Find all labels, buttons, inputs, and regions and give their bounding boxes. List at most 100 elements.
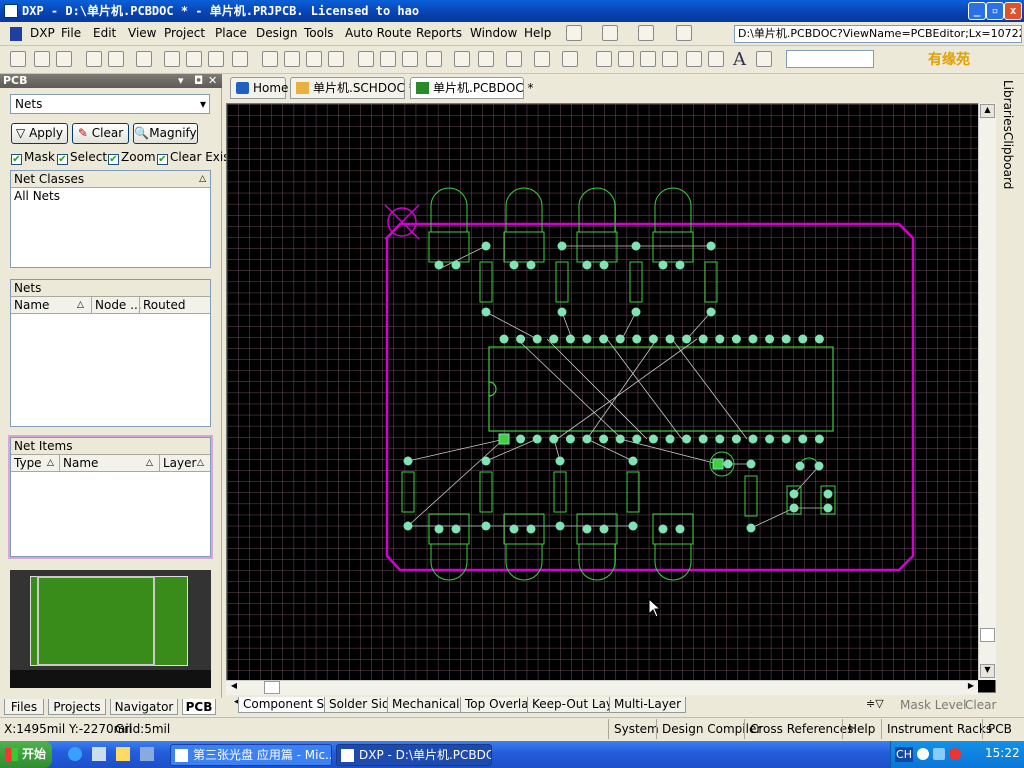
preview-view-frame[interactable] [37, 576, 155, 666]
mask-level-button[interactable]: Mask Level [900, 698, 966, 712]
menu-place[interactable]: Place [215, 26, 247, 40]
tab-navigator[interactable]: Navigator [110, 699, 178, 715]
quicklaunch-icon[interactable] [116, 747, 130, 761]
rubber-stamp-icon[interactable] [328, 51, 344, 67]
place-fill-icon[interactable] [686, 51, 702, 67]
zoom-filter-icon[interactable] [232, 51, 248, 67]
menu-tools[interactable]: Tools [304, 26, 334, 40]
tab-files[interactable]: Files [4, 699, 44, 715]
task-word[interactable]: 第三张光盘 应用篇 - Mic... [170, 744, 332, 766]
col-layer[interactable]: Layer [159, 455, 196, 471]
col-node[interactable]: Node ... [91, 297, 142, 313]
board-preview[interactable] [10, 570, 211, 688]
pcb-drawing[interactable] [227, 104, 979, 680]
pcb-button[interactable]: PCB [982, 719, 1012, 739]
panel-menu-icon[interactable]: ▾ [178, 74, 184, 88]
tab-projects[interactable]: Projects [48, 699, 106, 715]
cross-probe-icon[interactable] [426, 51, 442, 67]
find-tool-icon[interactable] [638, 25, 654, 41]
tab-pcbdoc[interactable]: 单片机.PCBDOC * [410, 77, 534, 99]
horizontal-scrollbar[interactable]: ◀ ▶ [226, 680, 978, 695]
undo-icon[interactable] [454, 51, 470, 67]
pcb-canvas[interactable] [226, 103, 996, 693]
browse-icon[interactable] [534, 51, 550, 67]
scroll-left-icon[interactable]: ◀ [227, 681, 241, 694]
clear-button[interactable]: ✎ Clear [72, 123, 129, 144]
select-checkbox[interactable]: ✔ Select [57, 151, 107, 165]
menu-file[interactable]: File [61, 26, 81, 40]
menu-edit[interactable]: Edit [93, 26, 116, 40]
col-routed[interactable]: Routed [139, 297, 185, 313]
new-icon[interactable] [10, 51, 26, 67]
place-pad-icon[interactable] [618, 51, 634, 67]
quicklaunch-icon[interactable] [92, 747, 106, 761]
menu-window[interactable]: Window [470, 26, 517, 40]
minimize-button[interactable]: _ [968, 2, 986, 20]
layer-icon[interactable] [136, 51, 152, 67]
print-preview-icon[interactable] [108, 51, 124, 67]
zoom-checkbox[interactable]: ✔ Zoom [108, 151, 156, 165]
tab-clipboard[interactable]: Clipboard [1001, 132, 1015, 189]
save-icon[interactable] [56, 51, 72, 67]
print-icon[interactable] [86, 51, 102, 67]
tab-libraries[interactable]: Libraries [1001, 80, 1015, 132]
copy-icon[interactable] [284, 51, 300, 67]
horizontal-scroll-thumb[interactable] [264, 681, 280, 694]
cut-icon[interactable] [262, 51, 278, 67]
redo-icon[interactable] [478, 51, 494, 67]
menu-help[interactable]: Help [524, 26, 551, 40]
panel-pin-icon[interactable]: ◘ [194, 74, 203, 88]
magnify-button[interactable]: 🔍Magnify [133, 123, 198, 144]
clear-exist-checkbox[interactable]: ✔ Clear Exist [157, 151, 234, 165]
menu-reports[interactable]: Reports [416, 26, 462, 40]
col-type[interactable]: Type [14, 455, 42, 471]
col-net-name[interactable]: Name [59, 455, 98, 471]
maximize-button[interactable]: ▫ [986, 2, 1004, 20]
highlight-icon[interactable] [506, 51, 522, 67]
tab-schdoc[interactable]: 单片机.SCHDOC * [290, 77, 415, 99]
vertical-scroll-thumb[interactable] [980, 628, 995, 642]
layer-multi-layer[interactable]: Multi-Layer [609, 697, 687, 713]
cross-references-button[interactable]: Cross References [744, 719, 853, 739]
align-tool-icon[interactable] [602, 25, 618, 41]
deselect-icon[interactable] [402, 51, 418, 67]
zoom-area-icon[interactable] [186, 51, 202, 67]
tab-home[interactable]: Home [230, 77, 288, 99]
menu-view[interactable]: View [128, 26, 156, 40]
system-button[interactable]: System [608, 719, 659, 739]
scroll-right-icon[interactable]: ▶ [964, 681, 978, 694]
tab-pcb[interactable]: PCB [182, 699, 216, 715]
document-path-field[interactable]: D:\单片机.PCBDOC?ViewName=PCBEditor;Lx=1072… [734, 25, 1022, 43]
class-filter-dropdown[interactable] [786, 50, 874, 68]
ie-icon[interactable] [68, 747, 82, 761]
menu-design[interactable]: Design [256, 26, 297, 40]
interactive-route-icon[interactable] [596, 51, 612, 67]
move-icon[interactable] [380, 51, 396, 67]
language-indicator[interactable]: CH [895, 747, 913, 762]
task-dxp[interactable]: DXP - D:\单片机.PCBDO... [336, 744, 492, 766]
clear-mask-button[interactable]: Clear [965, 698, 996, 712]
apply-button[interactable]: ▽ Apply [11, 123, 68, 144]
col-name[interactable]: Name [14, 297, 49, 313]
mode-select[interactable]: Nets ▾ [10, 94, 210, 114]
tray-icon[interactable] [933, 748, 945, 760]
instrument-racks-button[interactable]: Instrument Racks [881, 719, 992, 739]
zoom-fit-icon[interactable] [164, 51, 180, 67]
paste-icon[interactable] [306, 51, 322, 67]
menu-project[interactable]: Project [164, 26, 205, 40]
quicklaunch-icon[interactable] [140, 747, 154, 761]
panel-close-icon[interactable]: ✕ [208, 74, 217, 88]
place-via-icon[interactable] [640, 51, 656, 67]
layer-filter-icon[interactable]: ≑▽ [866, 697, 884, 710]
scroll-up-icon[interactable]: ▲ [980, 104, 995, 118]
start-button[interactable]: 开始 [0, 741, 52, 768]
place-string-icon[interactable]: A [733, 49, 746, 70]
zoom-selected-icon[interactable] [208, 51, 224, 67]
place-arc-icon[interactable] [662, 51, 678, 67]
select-area-icon[interactable] [358, 51, 374, 67]
menu-auto-route[interactable]: Auto Route [345, 26, 412, 40]
close-button[interactable]: x [1004, 2, 1022, 20]
place-component-icon[interactable] [756, 51, 772, 67]
tray-icon[interactable] [949, 748, 961, 760]
scroll-down-icon[interactable]: ▼ [980, 664, 995, 678]
